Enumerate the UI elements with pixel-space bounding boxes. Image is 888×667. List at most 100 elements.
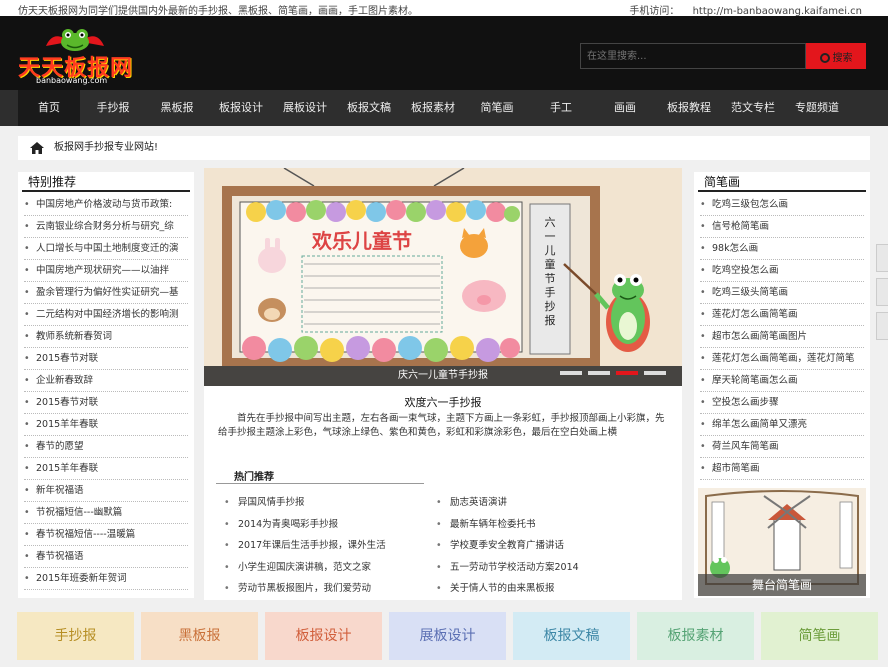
category-tile[interactable]: 板报素材 <box>637 612 754 660</box>
intro-text: 首先在手抄报中间写出主题，左右各画一束气球，主题下方画上一条彩虹，手抄报顶部画上… <box>218 413 665 438</box>
side-float-tab[interactable] <box>876 244 888 272</box>
nav-item-fanwen[interactable]: 范文专栏 <box>722 90 784 126</box>
list-item[interactable]: 2015羊年春联 <box>24 414 188 436</box>
stage-drawing-thumbnail[interactable]: 舞台简笔画 <box>698 488 866 596</box>
top-info-bar: 仿天天板报网为同学们提供国内外最新的手抄报、黑板报、简笔画，画画，手工图片素材。… <box>0 0 888 17</box>
featured-title: 特别推荐 <box>22 172 190 192</box>
list-item[interactable]: 绵羊怎么画简单又漂亮 <box>700 414 864 436</box>
intro-title[interactable]: 欢度六一手抄报 <box>204 394 682 410</box>
list-item[interactable]: 中国房地产现状研究——以油拌 <box>24 260 188 282</box>
search-box: 搜索 <box>580 43 866 69</box>
carousel-dot[interactable] <box>588 371 610 375</box>
list-item[interactable]: 98k怎么画 <box>700 238 864 260</box>
list-item[interactable]: 2014为青奥喝彩手抄报 <box>224 514 434 536</box>
main-content: 欢乐儿童节 六一儿童节手抄报 庆六一儿童节手抄报 欢度六一手抄报 首先在手抄报中… <box>204 168 682 600</box>
list-item[interactable]: 教师系统新春贺词 <box>24 326 188 348</box>
list-item[interactable]: 异国风情手抄报 <box>224 492 434 514</box>
nav-item-shouchaobao[interactable]: 手抄报 <box>82 90 144 126</box>
category-tile[interactable]: 展板设计 <box>389 612 506 660</box>
breadcrumb: 板报网手抄报专业网站! <box>18 136 870 160</box>
carousel-dot[interactable] <box>644 371 666 375</box>
search-button-label: 搜索 <box>832 52 853 64</box>
category-tile[interactable]: 手抄报 <box>17 612 134 660</box>
list-item[interactable]: 2015春节对联 <box>24 348 188 370</box>
main-nav: 首页 手抄报 黑板报 板报设计 展板设计 板报文稿 板报素材 简笔画 手工 画画… <box>0 90 888 126</box>
list-item[interactable]: 云南银业综合财务分析与研究_综 <box>24 216 188 238</box>
list-item[interactable]: 2017年课后生活手抄报，课外生活 <box>224 535 434 557</box>
scroll-text: 六一儿童节手抄报 <box>545 216 556 327</box>
list-item[interactable]: 春节祝福短信----温暖篇 <box>24 524 188 546</box>
header: 天天板报网 banbaowang.com 搜索 <box>0 16 888 90</box>
list-item[interactable]: 人口增长与中国土地制度变迁的演 <box>24 238 188 260</box>
nav-item-zhanban-design[interactable]: 展板设计 <box>274 90 336 126</box>
featured-list: 中国房地产价格波动与货币政策: 云南银业综合财务分析与研究_综 人口增长与中国土… <box>18 194 194 590</box>
breadcrumb-text: 板报网手抄报专业网站! <box>54 142 159 153</box>
category-tile[interactable]: 黑板报 <box>141 612 258 660</box>
list-item[interactable]: 盈余管理行为偏好性实证研究—基 <box>24 282 188 304</box>
list-item[interactable]: 五一劳动节学校活动方案2014 <box>436 557 646 579</box>
list-item[interactable]: 莲花灯怎么画简笔画 <box>700 304 864 326</box>
list-item[interactable]: 节祝福短信---幽默篇 <box>24 502 188 524</box>
search-input[interactable] <box>580 43 806 69</box>
side-float-tab[interactable] <box>876 278 888 306</box>
nav-item-heibanbao[interactable]: 黑板报 <box>146 90 208 126</box>
nav-item-shougong[interactable]: 手工 <box>530 90 592 126</box>
poster-title: 欢乐儿童节 <box>311 229 412 253</box>
list-item[interactable]: 春节祝福语 <box>24 546 188 568</box>
carousel-dot-active[interactable] <box>616 371 638 375</box>
list-item[interactable]: 2015春节对联 <box>24 392 188 414</box>
list-item[interactable]: 荷兰风车简笔画 <box>700 436 864 458</box>
frog-mascot-icon <box>46 29 104 51</box>
category-tile[interactable]: 板报设计 <box>265 612 382 660</box>
list-item[interactable]: 吃鸡空投怎么画 <box>700 260 864 282</box>
list-item[interactable]: 学校夏季安全教育广播讲话 <box>436 535 646 557</box>
site-logo[interactable]: 天天板报网 banbaowang.com <box>18 26 133 85</box>
list-item[interactable]: 2015羊年春联 <box>24 458 188 480</box>
nav-item-home[interactable]: 首页 <box>18 90 80 126</box>
list-item[interactable]: 小学生迎国庆演讲稿，范文之家 <box>224 557 434 579</box>
home-icon[interactable] <box>30 142 44 154</box>
list-item[interactable]: 信号枪简笔画 <box>700 216 864 238</box>
jianbihua-title: 简笔画 <box>698 172 866 192</box>
jianbihua-list: 吃鸡三级包怎么画 信号枪简笔画 98k怎么画 吃鸡空投怎么画 吃鸡三级头简笔画 … <box>694 194 870 480</box>
list-item[interactable]: 2015年班委新年贺词 <box>24 568 188 590</box>
list-item[interactable]: 企业新春致辞 <box>24 370 188 392</box>
mobile-access: 手机访问： http://m-banbaowang.kaifamei.cn <box>619 2 862 17</box>
nav-item-zhuanti[interactable]: 专题频道 <box>786 90 848 126</box>
carousel-dot[interactable] <box>560 371 582 375</box>
jianbihua-panel: 简笔画 吃鸡三级包怎么画 信号枪简笔画 98k怎么画 吃鸡空投怎么画 吃鸡三级头… <box>694 172 870 598</box>
category-tile[interactable]: 板报文稿 <box>513 612 630 660</box>
list-item[interactable]: 励志英语演讲 <box>436 492 646 514</box>
thumbnail-caption: 舞台简笔画 <box>698 574 866 596</box>
list-item[interactable]: 空投怎么画步骤 <box>700 392 864 414</box>
category-tile[interactable]: 简笔画 <box>761 612 878 660</box>
list-item[interactable]: 最新车辆年检委托书 <box>436 514 646 536</box>
hot-list-right: 励志英语演讲 最新车辆年检委托书 学校夏季安全教育广播讲话 五一劳动节学校活动方… <box>436 492 646 600</box>
carousel-slide[interactable]: 欢乐儿童节 六一儿童节手抄报 庆六一儿童节手抄报 <box>204 168 682 386</box>
nav-item-jianbihua[interactable]: 简笔画 <box>466 90 528 126</box>
list-item[interactable]: 吃鸡三级头简笔画 <box>700 282 864 304</box>
nav-item-banbao-wengao[interactable]: 板报文稿 <box>338 90 400 126</box>
list-item[interactable]: 劳动节黑板报图片，我们爱劳动 <box>224 578 434 600</box>
list-item[interactable]: 吃鸡三级包怎么画 <box>700 194 864 216</box>
hot-list-left: 异国风情手抄报 2014为青奥喝彩手抄报 2017年课后生活手抄报，课外生活 小… <box>224 492 434 600</box>
search-button[interactable]: 搜索 <box>806 43 866 69</box>
list-item[interactable]: 关于情人节的由来黑板报 <box>436 578 646 600</box>
list-item[interactable]: 摩天轮简笔画怎么画 <box>700 370 864 392</box>
list-item[interactable]: 中国房地产价格波动与货币政策: <box>24 194 188 216</box>
side-float-tab[interactable] <box>876 312 888 340</box>
featured-panel: 特别推荐 中国房地产价格波动与货币政策: 云南银业综合财务分析与研究_综 人口增… <box>18 172 194 598</box>
list-item[interactable]: 莲花灯怎么画简笔画，莲花灯简笔 <box>700 348 864 370</box>
nav-item-tutorial[interactable]: 板报教程 <box>658 90 720 126</box>
list-item[interactable]: 超市简笔画 <box>700 458 864 480</box>
list-item[interactable]: 二元结构对中国经济增长的影响测 <box>24 304 188 326</box>
nav-item-banbao-design[interactable]: 板报设计 <box>210 90 272 126</box>
carousel-dots <box>554 360 666 379</box>
logo-url-text: banbaowang.com <box>36 76 108 85</box>
nav-item-huahua[interactable]: 画画 <box>594 90 656 126</box>
list-item[interactable]: 新年祝福语 <box>24 480 188 502</box>
nav-item-banbao-sucai[interactable]: 板报素材 <box>402 90 464 126</box>
list-item[interactable]: 春节的愿望 <box>24 436 188 458</box>
site-intro-text: 仿天天板报网为同学们提供国内外最新的手抄报、黑板报、简笔画，画画，手工图片素材。 <box>18 6 418 17</box>
list-item[interactable]: 超市怎么画简笔画图片 <box>700 326 864 348</box>
